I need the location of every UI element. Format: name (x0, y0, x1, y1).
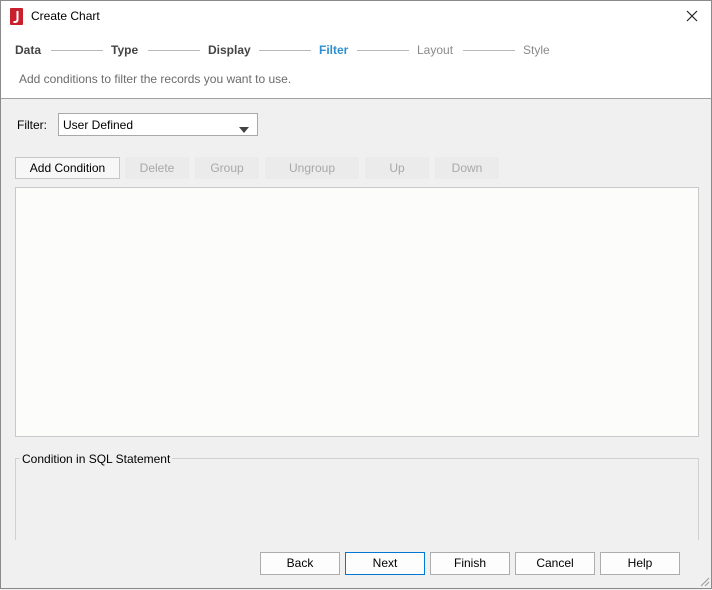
step-connector (357, 50, 409, 51)
cancel-button[interactable]: Cancel (515, 552, 595, 575)
create-chart-dialog: Create Chart Data Type Display Filter La… (0, 0, 712, 589)
finish-button[interactable]: Finish (430, 552, 510, 575)
window-title: Create Chart (31, 9, 100, 23)
step-data: Data (15, 43, 42, 57)
down-button[interactable]: Down (435, 157, 499, 179)
step-layout: Layout (417, 43, 454, 57)
delete-button[interactable]: Delete (125, 157, 189, 179)
add-condition-button[interactable]: Add Condition (15, 157, 120, 179)
resize-grip-icon[interactable] (698, 575, 710, 590)
filter-dropdown[interactable]: User Defined (58, 113, 258, 136)
wizard-header: Data Type Display Filter Layout Style Ad… (1, 32, 711, 99)
step-connector (463, 50, 515, 51)
help-button[interactable]: Help (600, 552, 680, 575)
filter-selected-value: User Defined (63, 118, 134, 132)
app-logo-icon (10, 8, 23, 25)
sql-statement-label: Condition in SQL Statement (20, 452, 173, 466)
filter-label: Filter: (17, 118, 47, 132)
step-filter: Filter (319, 43, 349, 57)
wizard-subtitle: Add conditions to filter the records you… (19, 72, 292, 86)
step-style: Style (523, 43, 550, 57)
back-button[interactable]: Back (260, 552, 340, 575)
chevron-down-icon (239, 122, 249, 136)
condition-list[interactable] (15, 187, 699, 437)
up-button[interactable]: Up (365, 157, 429, 179)
ungroup-button[interactable]: Ungroup (265, 157, 359, 179)
next-button[interactable]: Next (345, 552, 425, 575)
sql-statement-group: Condition in SQL Statement (15, 452, 699, 540)
step-connector (51, 50, 103, 51)
step-type: Type (111, 43, 139, 57)
step-display: Display (208, 43, 251, 57)
step-connector (148, 50, 200, 51)
title-bar: Create Chart (1, 1, 711, 32)
step-connector (259, 50, 311, 51)
group-button[interactable]: Group (195, 157, 259, 179)
close-icon[interactable] (683, 7, 701, 25)
